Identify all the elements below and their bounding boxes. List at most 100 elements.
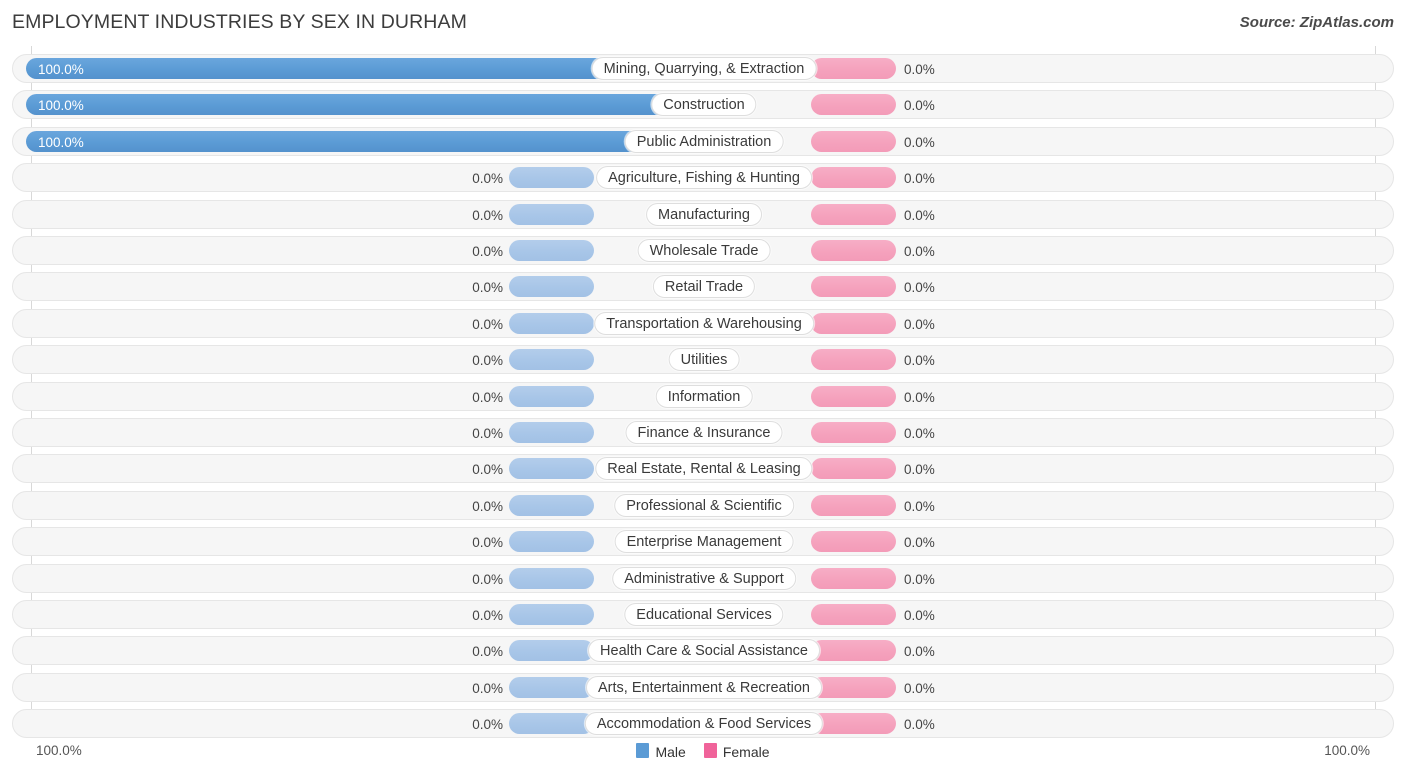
chart-footer: 100.0% 100.0% Male Female: [0, 737, 1406, 777]
bar-male[interactable]: [509, 640, 594, 662]
table-row[interactable]: 0.0% 0.0% Accommodation & Food Services: [12, 709, 1394, 739]
bar-male[interactable]: [509, 240, 594, 261]
bar-female[interactable]: [811, 676, 896, 698]
table-row[interactable]: 0.0% 0.0% Agriculture, Fishing & Hunting: [12, 163, 1394, 193]
table-row[interactable]: 0.0% 0.0% Health Care & Social Assistance: [12, 636, 1394, 666]
table-row[interactable]: 0.0% 0.0% Real Estate, Rental & Leasing: [12, 454, 1394, 484]
bar-female[interactable]: [811, 458, 896, 480]
category-label[interactable]: Utilities: [668, 348, 740, 372]
bar-female[interactable]: [811, 604, 896, 625]
bar-male[interactable]: [509, 604, 594, 625]
table-row[interactable]: 0.0% 0.0% Finance & Insurance: [12, 418, 1394, 447]
table-row[interactable]: 0.0% 0.0% Manufacturing: [12, 199, 1394, 229]
bar-male[interactable]: [509, 276, 594, 298]
legend-label: Female: [722, 744, 770, 761]
bar-female[interactable]: [811, 167, 896, 189]
category-label[interactable]: Health Care & Social Assistance: [588, 639, 820, 663]
bar-male[interactable]: [509, 567, 594, 589]
table-row[interactable]: 0.0% 0.0% Utilities: [12, 345, 1394, 375]
category-label[interactable]: Information: [655, 384, 753, 408]
legend-item-male[interactable]: Male: [636, 743, 686, 761]
bar-female[interactable]: [811, 713, 896, 735]
male-value-label: 0.0%: [472, 171, 503, 187]
female-value-label: 0.0%: [904, 498, 935, 514]
legend-item-female[interactable]: Female: [703, 743, 770, 761]
category-label[interactable]: Educational Services: [624, 603, 784, 626]
male-value-label: 100.0%: [38, 98, 84, 114]
bar-female[interactable]: [811, 203, 896, 225]
bar-male[interactable]: [509, 494, 594, 516]
chart-legend: Male Female: [0, 743, 1406, 760]
male-value-label: 100.0%: [38, 134, 84, 150]
bar-female[interactable]: [811, 531, 896, 553]
bar-female[interactable]: [811, 130, 896, 152]
category-label[interactable]: Manufacturing: [646, 202, 762, 226]
bar-male[interactable]: [509, 167, 594, 189]
bar-male[interactable]: [509, 458, 594, 480]
bar-female[interactable]: [811, 494, 896, 516]
bar-male[interactable]: [509, 203, 594, 225]
male-value-label: 0.0%: [472, 608, 503, 623]
category-label[interactable]: Arts, Entertainment & Recreation: [586, 675, 822, 699]
bar-male[interactable]: [509, 531, 594, 553]
category-label[interactable]: Retail Trade: [652, 275, 756, 299]
bar-female[interactable]: [811, 567, 896, 589]
female-value-label: 0.0%: [904, 280, 935, 296]
female-value-label: 0.0%: [904, 644, 935, 660]
bar-male[interactable]: [26, 130, 704, 152]
table-row[interactable]: 0.0% 0.0% Retail Trade: [12, 272, 1394, 302]
bar-male[interactable]: [509, 349, 594, 371]
category-label[interactable]: Professional & Scientific: [614, 493, 794, 517]
legend-label: Male: [655, 744, 686, 761]
bar-female[interactable]: [811, 422, 896, 443]
male-value-label: 0.0%: [472, 644, 503, 660]
category-label[interactable]: Finance & Insurance: [625, 421, 783, 444]
category-label[interactable]: Construction: [651, 93, 757, 117]
bar-female[interactable]: [811, 640, 896, 662]
table-row[interactable]: 0.0% 0.0% Enterprise Management: [12, 527, 1394, 557]
female-value-label: 0.0%: [904, 571, 935, 587]
bar-male[interactable]: [26, 94, 704, 116]
female-value-label: 0.0%: [904, 171, 935, 187]
bar-female[interactable]: [811, 58, 896, 79]
category-label[interactable]: Public Administration: [624, 129, 784, 153]
category-label[interactable]: Transportation & Warehousing: [594, 311, 814, 335]
table-row[interactable]: 0.0% 0.0% Transportation & Warehousing: [12, 308, 1394, 338]
table-row[interactable]: 0.0% 0.0% Educational Services: [12, 600, 1394, 629]
bar-male[interactable]: [509, 312, 594, 334]
table-row[interactable]: 0.0% 0.0% Wholesale Trade: [12, 236, 1394, 265]
category-label[interactable]: Wholesale Trade: [637, 239, 771, 262]
bar-female[interactable]: [811, 240, 896, 261]
table-row[interactable]: 100.0% 0.0% Public Administration: [12, 126, 1394, 156]
bar-male[interactable]: [509, 713, 594, 735]
female-value-label: 0.0%: [904, 244, 935, 259]
category-label[interactable]: Mining, Quarrying, & Extraction: [591, 57, 817, 80]
table-row[interactable]: 0.0% 0.0% Arts, Entertainment & Recreation: [12, 672, 1394, 702]
bar-female[interactable]: [811, 94, 896, 116]
category-label[interactable]: Enterprise Management: [614, 530, 794, 554]
category-label[interactable]: Real Estate, Rental & Leasing: [595, 457, 813, 481]
table-row[interactable]: 100.0% 0.0% Construction: [12, 90, 1394, 120]
bar-male[interactable]: [509, 385, 594, 407]
bar-female[interactable]: [811, 276, 896, 298]
table-row[interactable]: 0.0% 0.0% Professional & Scientific: [12, 490, 1394, 520]
category-label[interactable]: Administrative & Support: [612, 566, 796, 590]
legend-swatch-icon: [703, 743, 717, 758]
bar-female[interactable]: [811, 349, 896, 371]
bar-male[interactable]: [509, 676, 594, 698]
bar-female[interactable]: [811, 312, 896, 334]
male-value-label: 0.0%: [472, 389, 503, 405]
source-attribution: Source: ZipAtlas.com: [1239, 14, 1394, 31]
female-value-label: 0.0%: [904, 134, 935, 150]
category-label[interactable]: Agriculture, Fishing & Hunting: [596, 166, 812, 190]
male-value-label: 100.0%: [38, 62, 84, 77]
table-row[interactable]: 0.0% 0.0% Administrative & Support: [12, 563, 1394, 593]
chart-header: EMPLOYMENT INDUSTRIES BY SEX IN DURHAM S…: [0, 0, 1406, 46]
bar-male[interactable]: [509, 422, 594, 443]
female-value-label: 0.0%: [904, 717, 935, 733]
table-row[interactable]: 0.0% 0.0% Information: [12, 381, 1394, 411]
page-title: EMPLOYMENT INDUSTRIES BY SEX IN DURHAM: [12, 11, 467, 33]
category-label[interactable]: Accommodation & Food Services: [584, 712, 824, 736]
table-row[interactable]: 100.0% 0.0% Mining, Quarrying, & Extractio…: [12, 54, 1394, 83]
bar-female[interactable]: [811, 385, 896, 407]
